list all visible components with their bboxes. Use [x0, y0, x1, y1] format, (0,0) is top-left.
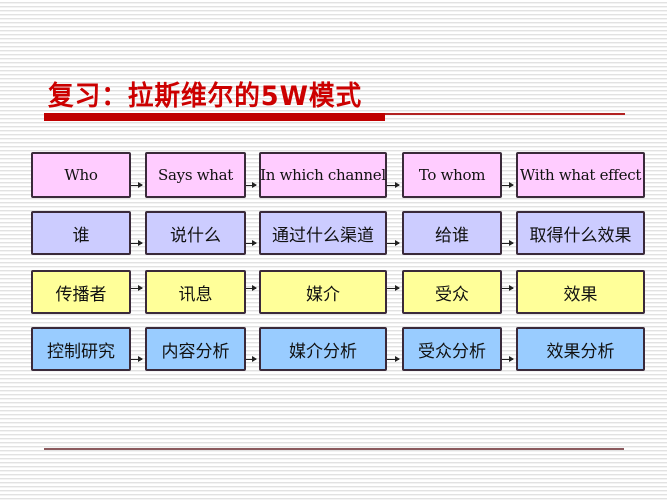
diagram-box: 通过什么渠道 [259, 211, 387, 255]
arrow-right-icon [131, 356, 143, 362]
diagram-box: 受众 [402, 270, 502, 314]
arrow-right-icon [502, 240, 514, 246]
diagram-box: 谁 [31, 211, 131, 255]
box-label: 控制研究 [47, 341, 115, 362]
box-label: 效果分析 [546, 341, 615, 362]
arrow-right-icon [502, 356, 514, 362]
diagram-box: 效果 [516, 270, 645, 314]
box-label: 受众 [435, 284, 469, 305]
arrow-right-icon [131, 285, 143, 291]
diagram-box: Says what [145, 152, 246, 198]
diagram-box: 媒介 [259, 270, 387, 314]
arrow-right-icon [246, 240, 257, 246]
slide-title: 复习：拉斯维尔的5W模式 [48, 81, 363, 112]
arrow-right-icon [246, 182, 257, 188]
diagram-box: To whom [402, 152, 502, 198]
box-label: 受众分析 [418, 341, 486, 362]
diagram-box: 效果分析 [516, 327, 645, 371]
box-label: 媒介分析 [289, 341, 357, 362]
box-label: In which channel [260, 166, 386, 184]
title-underline-thick [44, 113, 385, 121]
diagram-box: 给谁 [402, 211, 502, 255]
diagram-box: With what effect [516, 152, 645, 198]
arrow-right-icon [246, 356, 257, 362]
diagram-box: 媒介分析 [259, 327, 387, 371]
arrow-right-icon [131, 182, 143, 188]
arrow-right-icon [387, 240, 400, 246]
box-label: 媒介 [306, 284, 340, 305]
box-label: Who [64, 166, 98, 184]
arrow-right-icon [246, 285, 257, 291]
box-label: 效果 [563, 284, 598, 305]
box-label: 谁 [72, 225, 90, 246]
arrow-right-icon [131, 240, 143, 246]
diagram-box: 控制研究 [31, 327, 131, 371]
diagram-box: 讯息 [145, 270, 246, 314]
box-label: 讯息 [178, 284, 213, 305]
box-label: 说什么 [170, 225, 221, 246]
arrow-right-icon [387, 182, 400, 188]
box-label: With what effect [519, 166, 642, 184]
diagram-box: 说什么 [145, 211, 246, 255]
diagram-box: Who [31, 152, 131, 198]
bottom-divider [44, 448, 624, 450]
diagram-box: In which channel [259, 152, 387, 198]
diagram-box: 传播者 [31, 270, 131, 314]
arrow-right-icon [502, 285, 514, 291]
box-label: Says what [158, 166, 233, 184]
diagram-box: 内容分析 [145, 327, 246, 371]
box-label: 通过什么渠道 [272, 225, 374, 246]
box-label: 给谁 [435, 225, 469, 246]
arrow-right-icon [502, 182, 514, 188]
box-label: 取得什么效果 [529, 225, 632, 246]
diagram-box: 取得什么效果 [516, 211, 645, 255]
title-underline-thin [385, 113, 625, 115]
box-label: 传播者 [55, 284, 107, 305]
box-label: To whom [418, 166, 486, 184]
arrow-right-icon [387, 356, 400, 362]
diagram-box: 受众分析 [402, 327, 502, 371]
box-label: 内容分析 [161, 341, 230, 362]
arrow-right-icon [387, 285, 400, 291]
